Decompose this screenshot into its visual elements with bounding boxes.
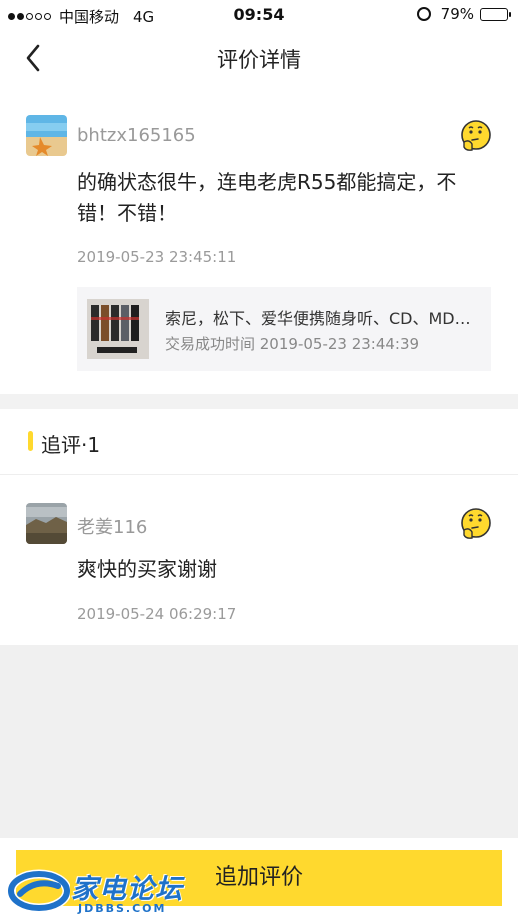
- status-right: 79%: [416, 5, 511, 23]
- product-thumbnail: [87, 299, 149, 359]
- section-divider: [0, 394, 518, 409]
- watermark-swirl-icon: [8, 869, 70, 913]
- product-deal-time: 交易成功时间 2019-05-23 23:44:39: [165, 335, 420, 353]
- page-title: 评价详情: [217, 48, 301, 72]
- beach-avatar-image: [26, 115, 67, 156]
- status-bar: 中国移动 4G 09:54 79%: [0, 0, 518, 30]
- watermark-domain: JDBBS.COM: [78, 902, 167, 915]
- followup-content: 爽快的买家谢谢: [77, 557, 217, 581]
- accent-bar: [28, 431, 33, 451]
- battery-percent: 79%: [440, 5, 474, 23]
- avatar[interactable]: [26, 115, 67, 156]
- alarm-icon: [416, 7, 431, 21]
- landscape-avatar-image: [26, 503, 67, 544]
- nav-bar: 评价详情: [0, 30, 518, 86]
- battery-icon: [480, 7, 511, 21]
- watermark-logo: 家电论坛 JDBBS.COM: [8, 866, 188, 916]
- product-name: 索尼，松下、爱华便携随身听、CD、MD…: [165, 309, 471, 328]
- username: bhtzx165165: [77, 125, 196, 146]
- review-time: 2019-05-23 23:45:11: [77, 248, 237, 266]
- followup-time: 2019-05-24 06:29:17: [77, 605, 237, 623]
- review-content: 的确状态很牛，连电老虎R55都能搞定，不错！不错！: [77, 170, 457, 225]
- thinking-face-icon[interactable]: [460, 120, 492, 152]
- watermark-name: 家电论坛: [71, 874, 183, 905]
- thinking-face-icon[interactable]: [460, 508, 492, 540]
- username: 老姜116: [77, 517, 148, 538]
- product-card[interactable]: 索尼，松下、爱华便携随身听、CD、MD… 交易成功时间 2019-05-23 2…: [77, 287, 491, 371]
- followup-section-title: 追评·1: [41, 433, 101, 457]
- followup-section-header: 追评·1: [0, 409, 518, 475]
- empty-area: [0, 645, 518, 838]
- avatar[interactable]: [26, 503, 67, 544]
